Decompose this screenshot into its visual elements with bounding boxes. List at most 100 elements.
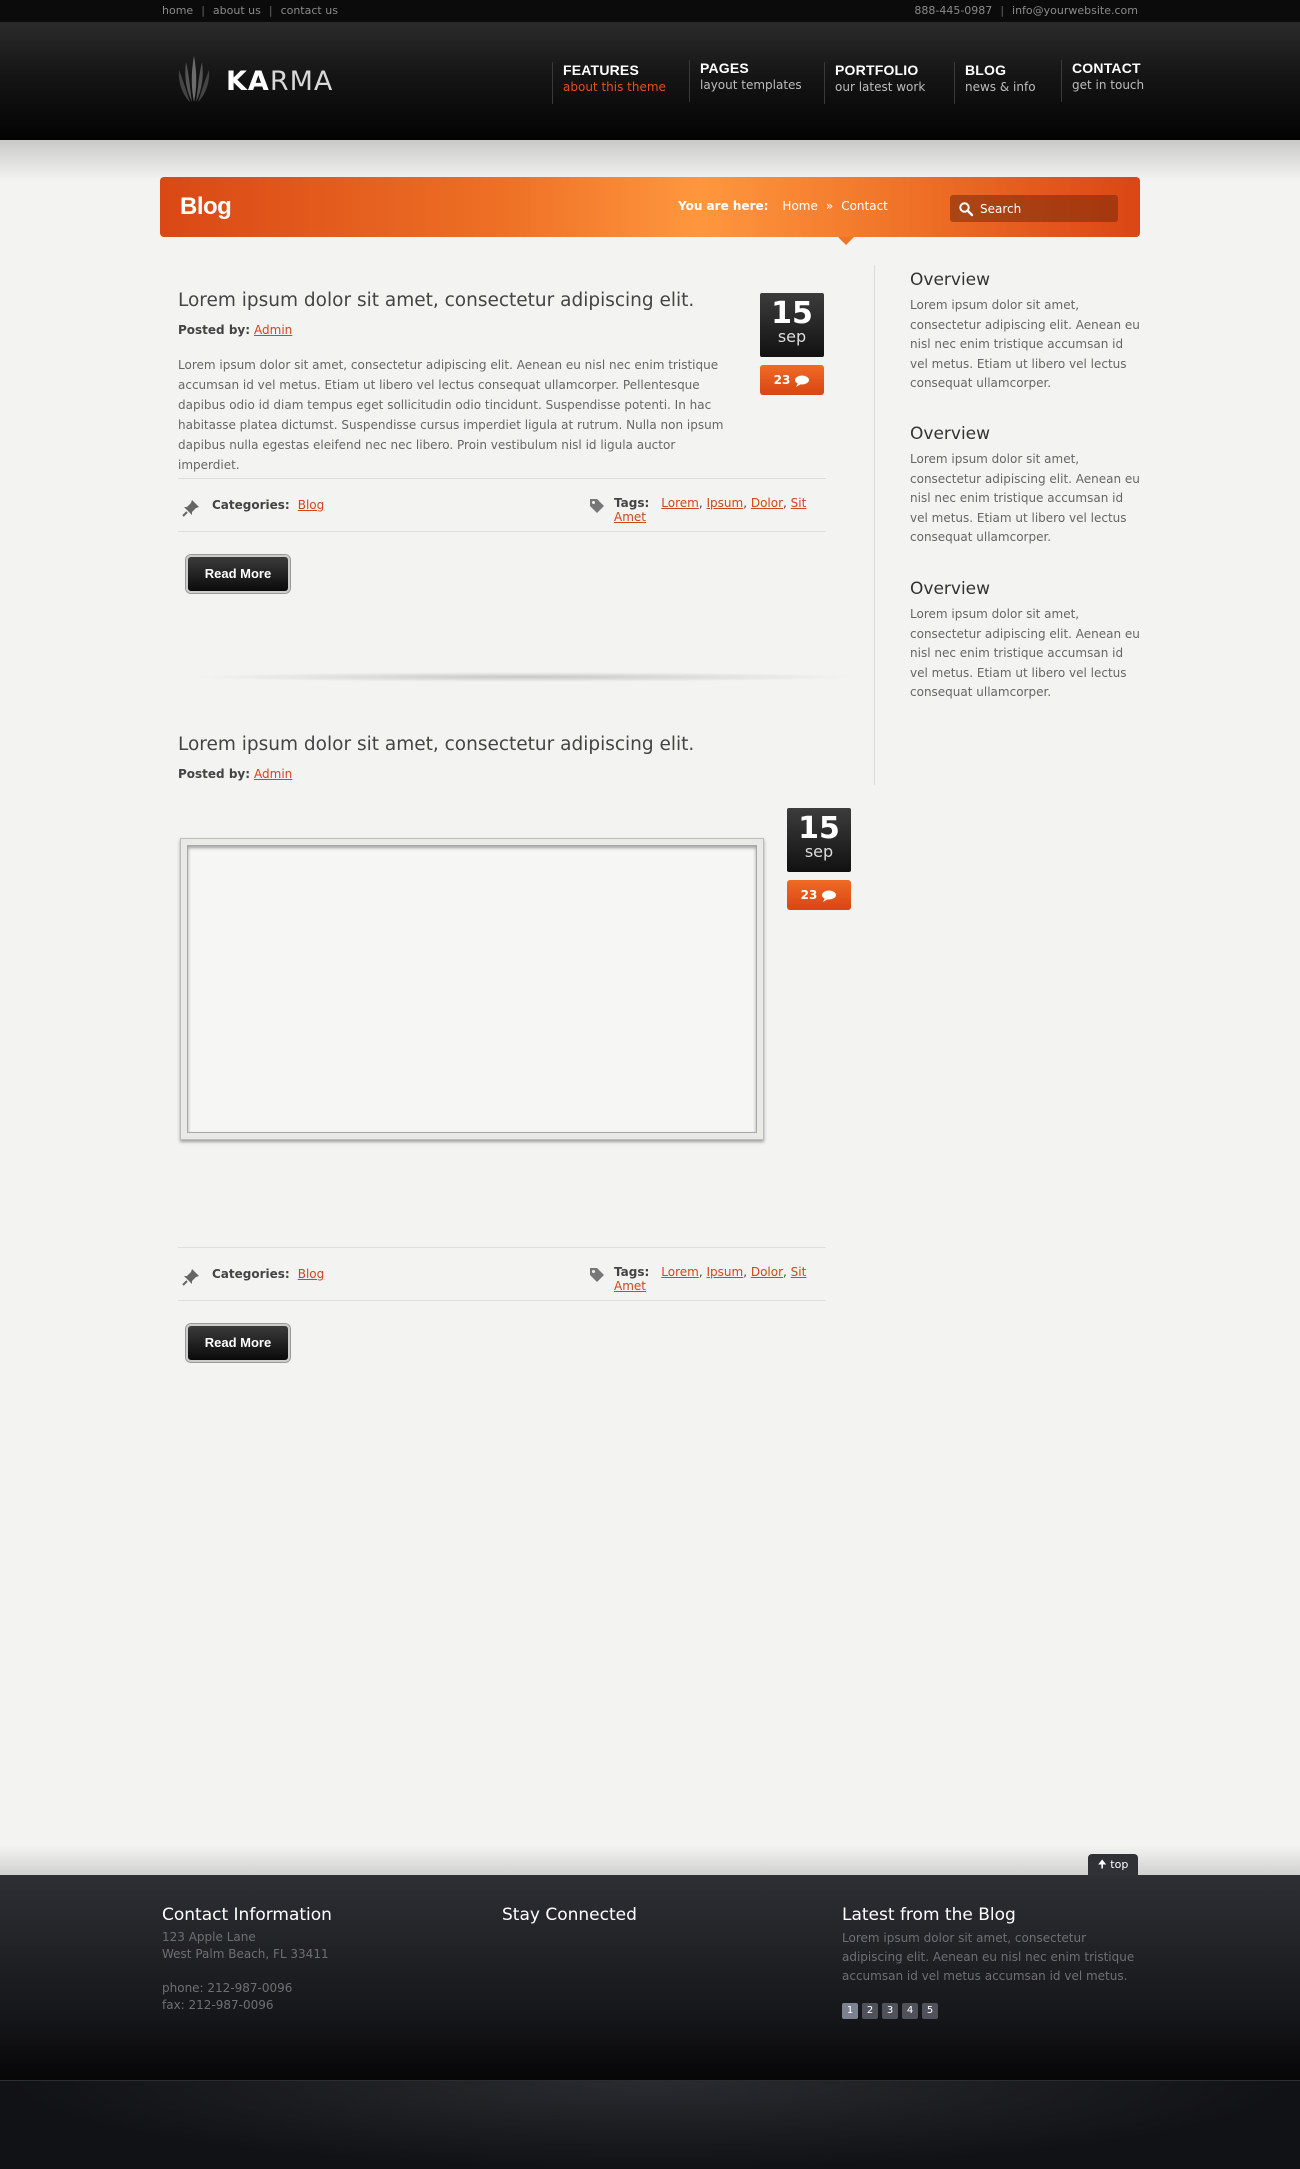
- comment-count-value: 23: [800, 888, 818, 902]
- site-footer: Contact Information 123 Apple Lane West …: [0, 1875, 1300, 2080]
- search-icon[interactable]: [958, 201, 974, 217]
- widget-text: Lorem ipsum dolor sit amet, consectetur …: [910, 607, 1140, 699]
- read-more-button[interactable]: Read More: [186, 555, 290, 593]
- post-excerpt: Lorem ipsum dolor sit amet, consectetur …: [178, 358, 724, 472]
- nav-subtitle: get in touch: [1072, 78, 1145, 92]
- breadcrumb: You are here: Home » Contact: [678, 199, 888, 213]
- breadcrumb-current: Contact: [841, 199, 888, 213]
- nav-title: PAGES: [700, 60, 749, 76]
- tag-link[interactable]: Ipsum: [706, 496, 743, 510]
- footer-heading: Contact Information: [162, 1905, 332, 1925]
- nav-title: PORTFOLIO: [835, 62, 919, 78]
- widget-title: Overview: [910, 579, 991, 599]
- address-city: West Palm Beach, FL 33411: [162, 1947, 329, 1961]
- post-tags: Tags: Lorem, Ipsum, Dolor, Sit Amet: [614, 496, 807, 524]
- tag-link[interactable]: Dolor: [751, 496, 783, 510]
- logo-light: RMA: [269, 66, 334, 97]
- widget-text: Lorem ipsum dolor sit amet, consectetur …: [910, 452, 1140, 544]
- media-placeholder: [187, 845, 757, 1133]
- pager-page[interactable]: 3: [882, 2003, 898, 2019]
- separator: |: [1000, 4, 1005, 17]
- back-to-top-label: top: [1110, 1858, 1129, 1871]
- read-more-button[interactable]: Read More: [186, 1324, 290, 1362]
- back-to-top-button[interactable]: 🠉 top: [1088, 1854, 1138, 1876]
- site-logo[interactable]: KARMA: [174, 54, 344, 104]
- search-input[interactable]: [978, 199, 1114, 219]
- contact-phone: phone: 212-987-0096: [162, 1981, 293, 1995]
- categories-label: Categories:: [212, 498, 290, 512]
- footer-address: 123 Apple Lane West Palm Beach, FL 33411…: [162, 1929, 332, 2014]
- author-link[interactable]: Admin: [254, 323, 292, 337]
- blog-post: Lorem ipsum dolor sit amet, consectetur …: [178, 734, 851, 1362]
- nav-title: CONTACT: [1072, 60, 1141, 76]
- post-day: 15: [798, 811, 840, 846]
- category-link[interactable]: Blog: [298, 498, 325, 512]
- nav-blog[interactable]: BLOG news & info: [954, 62, 1036, 104]
- nav-pages[interactable]: PAGES layout templates: [689, 60, 802, 102]
- logo-mark-icon: [178, 56, 210, 102]
- top-link-home[interactable]: home: [162, 4, 193, 17]
- breadcrumb-home[interactable]: Home: [782, 199, 817, 213]
- nav-contact[interactable]: CONTACT get in touch: [1061, 60, 1144, 102]
- posted-by-label: Posted by:: [178, 767, 251, 781]
- post-media-frame[interactable]: [180, 838, 764, 1140]
- nav-title: FEATURES: [563, 62, 640, 78]
- contact-fax: fax: 212-987-0096: [162, 1998, 274, 2012]
- sidebar-widget: Overview Lorem ipsum dolor sit amet, con…: [910, 579, 1140, 703]
- tag-link[interactable]: Lorem: [661, 496, 699, 510]
- page-title: Blog: [180, 193, 232, 220]
- comment-count[interactable]: 23: [760, 365, 824, 395]
- address-street: 123 Apple Lane: [162, 1930, 256, 1944]
- header-shadow: [0, 140, 1300, 180]
- categories-label: Categories:: [212, 1267, 290, 1281]
- pager-page[interactable]: 2: [862, 2003, 878, 2019]
- post-date: 15 sep: [787, 808, 851, 872]
- nav-subtitle: our latest work: [835, 80, 926, 94]
- blog-post: Lorem ipsum dolor sit amet, consectetur …: [178, 290, 826, 593]
- nav-features[interactable]: FEATURES about this theme: [552, 62, 666, 104]
- bottom-bar: [0, 2080, 1300, 2169]
- tag-link[interactable]: Ipsum: [706, 1265, 743, 1279]
- widget-text: Lorem ipsum dolor sit amet, consectetur …: [910, 298, 1140, 390]
- separator: |: [268, 4, 273, 17]
- tag-link[interactable]: Dolor: [751, 1265, 783, 1279]
- footer-contact: Contact Information 123 Apple Lane West …: [162, 1905, 332, 2014]
- author-link[interactable]: Admin: [254, 767, 292, 781]
- arrow-up-icon: 🠉: [1097, 1858, 1107, 1871]
- comment-count[interactable]: 23: [787, 880, 851, 910]
- footer-blog-excerpt: Lorem ipsum dolor sit amet, consectetur …: [842, 1931, 1135, 1983]
- banner-pointer: [838, 237, 854, 245]
- widget-title: Overview: [910, 424, 991, 444]
- post-meta: Categories: Blog Tags: Lorem, Ipsum, Dolor…: [178, 1247, 826, 1301]
- post-day: 15: [771, 296, 813, 331]
- footer-pager: 12345: [842, 1998, 1142, 2019]
- breadcrumb-separator: »: [825, 199, 834, 213]
- post-categories: Categories: Blog: [212, 1267, 324, 1281]
- sidebar-divider: [874, 265, 875, 785]
- site-header: KARMA FEATURES about this theme PAGES la…: [0, 22, 1300, 140]
- post-byline: Posted by: Admin: [178, 767, 826, 781]
- tag-icon: [590, 1268, 604, 1282]
- search-box[interactable]: [950, 195, 1118, 222]
- top-phone: 888-445-0987: [914, 4, 993, 17]
- top-contact: 888-445-0987 | info@yourwebsite.com: [914, 4, 1138, 17]
- post-month: sep: [804, 842, 834, 861]
- top-email[interactable]: info@yourwebsite.com: [1012, 4, 1138, 17]
- nav-portfolio[interactable]: PORTFOLIO our latest work: [824, 62, 925, 104]
- top-link-contact[interactable]: contact us: [281, 4, 338, 17]
- comment-count-value: 23: [773, 373, 791, 387]
- breadcrumb-label: You are here:: [678, 199, 769, 213]
- post-title[interactable]: Lorem ipsum dolor sit amet, consectetur …: [178, 734, 826, 755]
- footer-heading: Stay Connected: [502, 1905, 637, 1925]
- top-link-about[interactable]: about us: [213, 4, 261, 17]
- pager-page[interactable]: 1: [842, 2003, 858, 2019]
- post-title[interactable]: Lorem ipsum dolor sit amet, consectetur …: [178, 290, 826, 311]
- pager-page[interactable]: 5: [922, 2003, 938, 2019]
- post-categories: Categories: Blog: [212, 498, 324, 512]
- tags-label: Tags:: [614, 1265, 650, 1279]
- post-tags: Tags: Lorem, Ipsum, Dolor, Sit Amet: [614, 1265, 807, 1293]
- footer-heading: Latest from the Blog: [842, 1905, 1016, 1925]
- tag-link[interactable]: Lorem: [661, 1265, 699, 1279]
- category-link[interactable]: Blog: [298, 1267, 325, 1281]
- pager-page[interactable]: 4: [902, 2003, 918, 2019]
